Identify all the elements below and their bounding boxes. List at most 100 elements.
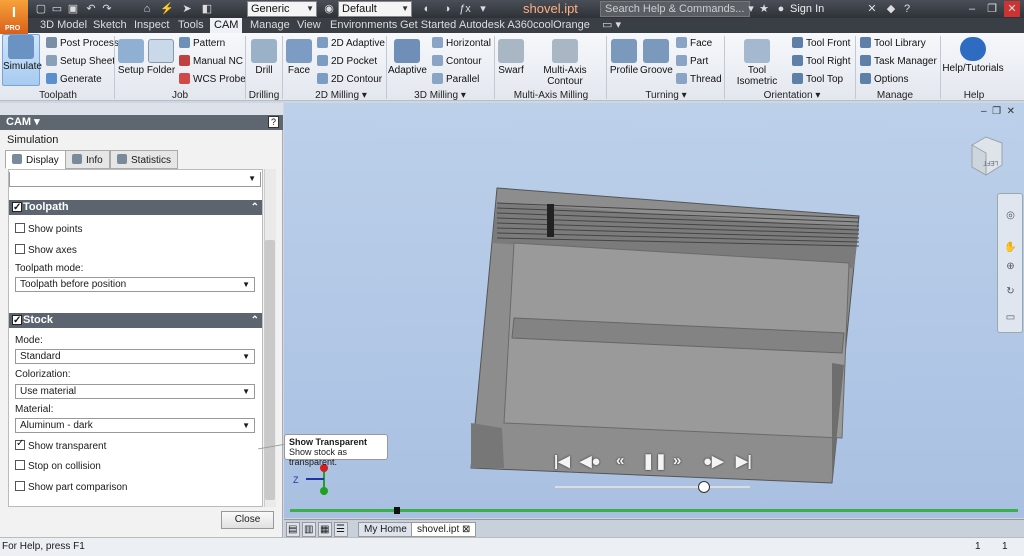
show-part-comparison-box[interactable] <box>15 481 25 491</box>
horizontal-button[interactable]: Horizontal <box>432 37 491 49</box>
tab-my-home[interactable]: My Home <box>358 522 413 537</box>
colorization-select[interactable]: Use material ▼ <box>15 384 255 399</box>
panel-name-2d-milling[interactable]: 2D Milling ▾ <box>306 90 376 101</box>
cutoff-select[interactable]: ▼ <box>9 172 261 187</box>
post-process-button[interactable]: Post Process <box>46 37 119 49</box>
tile-horizontal-icon[interactable]: ▤ <box>286 522 300 537</box>
step-forward-icon[interactable]: » <box>673 452 681 469</box>
collapse-icon[interactable]: ⌃ <box>251 313 259 328</box>
panel-name-orientation[interactable]: Orientation ▾ <box>760 90 824 101</box>
show-axes-checkbox[interactable]: Show axes <box>15 244 77 256</box>
minimize-icon[interactable]: – <box>964 1 980 17</box>
tab-autodesk-a360[interactable]: Autodesk A360 <box>455 18 537 33</box>
update-icon[interactable]: ⚡ <box>160 2 174 16</box>
zoom-icon[interactable]: ⊕ <box>1003 261 1018 275</box>
tab-3d-model[interactable]: 3D Model <box>36 18 91 33</box>
2d-contour-button[interactable]: 2D Contour <box>317 73 382 85</box>
look-at-icon[interactable]: ▭ <box>1003 312 1018 326</box>
stop-on-collision-checkbox[interactable]: Stop on collision <box>15 460 101 472</box>
face-button[interactable]: Face <box>285 39 313 76</box>
adjust-icon[interactable]: ◐ <box>420 2 434 16</box>
previous-point-icon[interactable]: ◀● <box>580 452 601 470</box>
new-file-icon[interactable]: ▢ <box>34 2 48 16</box>
multi-axis-contour-button[interactable]: Multi-Axis Contour <box>526 39 604 87</box>
application-menu-button[interactable]: I PRO <box>0 0 28 34</box>
user-icon[interactable]: ● <box>774 2 788 16</box>
close-button[interactable]: Close <box>221 511 274 529</box>
show-part-comparison-checkbox[interactable]: Show part comparison <box>15 481 128 493</box>
quick-access-customize-icon[interactable]: ▾ <box>476 2 490 16</box>
viewport-window-controls[interactable]: – ❐ ✕ <box>981 106 1015 117</box>
parallel-button[interactable]: Parallel <box>432 73 479 85</box>
tab-cam[interactable]: CAM <box>210 18 243 33</box>
drill-button[interactable]: Drill <box>249 39 279 76</box>
material-select[interactable]: Aluminum - dark ▼ <box>15 418 255 433</box>
show-transparent-box[interactable] <box>15 438 25 450</box>
tab-manage[interactable]: Manage <box>246 18 294 33</box>
properties-icon[interactable]: ◧ <box>200 2 214 16</box>
exchange-icon[interactable]: ✕ <box>865 2 879 16</box>
stop-on-collision-box[interactable] <box>15 460 25 470</box>
2d-pocket-button[interactable]: 2D Pocket <box>317 55 377 67</box>
tool-library-button[interactable]: Tool Library <box>860 37 926 49</box>
contour-button[interactable]: Contour <box>432 55 482 67</box>
pattern-button[interactable]: Pattern <box>179 37 225 49</box>
adaptive-button[interactable]: Adaptive <box>388 39 427 76</box>
toolpath-group-checkbox[interactable] <box>12 200 22 215</box>
next-point-icon[interactable]: ●▶ <box>703 452 724 470</box>
tab-info[interactable]: Info <box>65 150 110 169</box>
options-button[interactable]: Options <box>860 73 908 85</box>
show-points-checkbox[interactable]: Show points <box>15 223 82 235</box>
tab-inspect[interactable]: Inspect <box>130 18 173 33</box>
generate-button[interactable]: Generate <box>46 73 102 85</box>
swarf-button[interactable]: Swarf <box>497 39 525 76</box>
stock-group-header[interactable]: Stock ⌃ <box>9 313 262 328</box>
color-wheel-icon[interactable]: ◉ <box>322 2 336 16</box>
sign-in-link[interactable]: Sign In <box>790 3 824 15</box>
go-to-start-icon[interactable]: |◀ <box>554 452 570 470</box>
favorite-star-icon[interactable]: ★ <box>757 2 771 16</box>
tile-vertical-icon[interactable]: ▥ <box>302 522 316 537</box>
orbit-icon[interactable]: ↻ <box>1003 286 1018 300</box>
tool-isometric-button[interactable]: Tool Isometric <box>727 39 787 87</box>
toolpath-group-header[interactable]: Toolpath ⌃ <box>9 200 262 215</box>
close-window-icon[interactable]: ✕ <box>1004 1 1020 17</box>
redo-icon[interactable]: ↷ <box>100 2 114 16</box>
panel-grip[interactable] <box>0 103 283 115</box>
thread-button[interactable]: Thread <box>676 73 722 85</box>
tool-front-button[interactable]: Tool Front <box>792 37 850 49</box>
tab-display[interactable]: Display <box>5 150 66 169</box>
collapse-icon[interactable]: ⌃ <box>251 200 259 215</box>
fx-icon[interactable]: ƒx <box>458 2 472 16</box>
timeline-position-marker[interactable] <box>394 507 400 514</box>
home-icon[interactable]: ⌂ <box>140 2 154 16</box>
simulate-button-content[interactable]: Simulate <box>3 35 42 72</box>
show-points-box[interactable] <box>15 223 25 233</box>
viewcube-icon[interactable]: LEFT <box>968 133 1004 177</box>
help-tutorials-button[interactable]: Help/Tutorials <box>942 37 1004 74</box>
tool-top-button[interactable]: Tool Top <box>792 73 843 85</box>
tab-sketch[interactable]: Sketch <box>89 18 131 33</box>
cascade-icon[interactable]: ▦ <box>318 522 332 537</box>
manual-nc-button[interactable]: Manual NC <box>179 55 243 67</box>
viewcube[interactable]: LEFT <box>968 133 1004 177</box>
tab-shovel-ipt[interactable]: shovel.ipt ⊠ <box>411 522 477 537</box>
panel-help-icon[interactable]: ? <box>268 116 279 128</box>
pause-icon[interactable]: ❚❚ <box>642 452 667 470</box>
wcs-probe-button[interactable]: WCS Probe <box>179 73 246 85</box>
playback-speed-handle[interactable] <box>698 481 710 493</box>
search-dropdown-icon[interactable]: ▾ <box>744 2 758 16</box>
groove-button[interactable]: Groove <box>640 39 673 76</box>
pan-icon[interactable]: ✋ <box>1003 242 1018 256</box>
material-combo[interactable]: Default ▼ <box>338 1 412 17</box>
stock-mode-select[interactable]: Standard ▼ <box>15 349 255 364</box>
tool-right-button[interactable]: Tool Right <box>792 55 850 67</box>
tab-coolorange[interactable]: coolOrange <box>529 18 594 33</box>
setup-button[interactable]: Setup <box>117 39 145 76</box>
tab-tools[interactable]: Tools <box>174 18 208 33</box>
tab-view[interactable]: View <box>293 18 325 33</box>
task-manager-button[interactable]: Task Manager <box>860 55 937 67</box>
toolpath-mode-select[interactable]: Toolpath before position ▼ <box>15 277 255 292</box>
undo-icon[interactable]: ↶ <box>84 2 98 16</box>
2d-adaptive-button[interactable]: 2D Adaptive <box>317 37 385 49</box>
